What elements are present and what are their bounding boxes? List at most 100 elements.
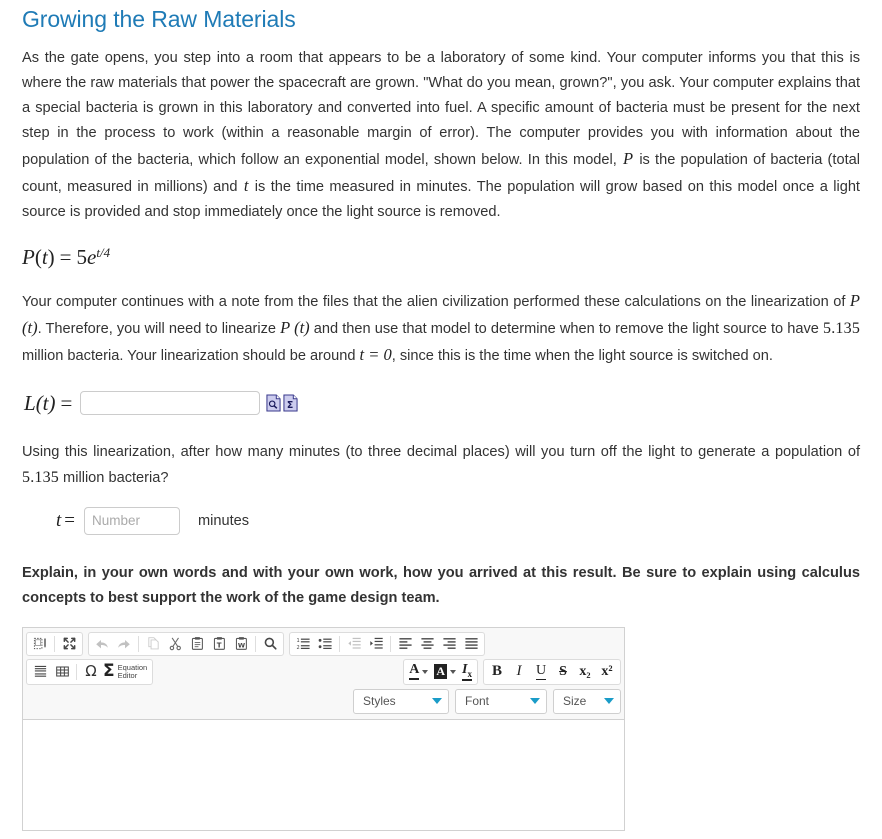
toolbar-separator	[54, 635, 55, 652]
underline-icon[interactable]: U	[530, 662, 552, 682]
linearization-paragraph: Your computer continues with a note from…	[22, 288, 860, 369]
redo-icon[interactable]	[113, 634, 135, 654]
lt-label: L(t) =	[24, 391, 72, 416]
font-combo[interactable]: Font	[455, 688, 547, 714]
bold-icon[interactable]: B	[486, 662, 508, 682]
equation-editor-icon[interactable]: Σ	[283, 394, 298, 412]
chevron-down-icon	[422, 669, 429, 674]
math-P-of-t-2: P (t)	[280, 317, 310, 337]
linearization-answer-row: L(t) = Σ	[22, 391, 860, 416]
size-combo[interactable]: Size	[553, 688, 621, 714]
toolbar-separator	[390, 635, 391, 652]
linearization-text-part4: million bacteria. Your linearization sho…	[22, 347, 360, 364]
math-var-P: P	[623, 148, 634, 168]
superscript-glyph: x²	[601, 663, 613, 679]
toolbar-group-insert: Ω Σ Equation Editor	[26, 658, 154, 685]
align-left-icon[interactable]	[394, 634, 416, 654]
sigma-glyph: Σ	[103, 661, 115, 682]
subscript-icon[interactable]: x₂	[574, 662, 596, 682]
remove-format-icon[interactable]: Ix	[459, 662, 475, 682]
question-page: Growing the Raw Materials As the gate op…	[0, 6, 882, 831]
toolbar-group-paragraph: 12	[289, 631, 485, 656]
styles-combo[interactable]: Styles	[353, 688, 449, 714]
answer-icon-buttons: Σ	[266, 394, 298, 412]
svg-text:W: W	[237, 641, 245, 649]
horizontal-rule-icon[interactable]	[29, 662, 51, 682]
subscript-glyph: x₂	[579, 663, 591, 679]
size-combo-label: Size	[563, 694, 587, 709]
strikethrough-glyph: S	[559, 663, 567, 679]
linearization-text-part2: . Therefore, you will need to linearize	[37, 320, 281, 337]
maximize-icon[interactable]	[58, 634, 80, 654]
linearization-input[interactable]	[80, 391, 261, 416]
paste-icon[interactable]	[186, 634, 208, 654]
toolbar-separator	[255, 635, 256, 652]
linearization-text-part3: and then use that model to determine whe…	[309, 320, 824, 337]
align-center-icon[interactable]	[416, 634, 438, 654]
underline-glyph: U	[535, 662, 547, 680]
equation-equals: =	[59, 244, 72, 269]
decrease-indent-icon[interactable]	[343, 634, 365, 654]
cut-icon[interactable]	[164, 634, 186, 654]
numbered-list-icon[interactable]: 12	[292, 634, 314, 654]
equation-arg: t	[41, 244, 48, 269]
toolbar-separator	[339, 635, 340, 652]
intro-paragraph: As the gate opens, you step into a room …	[22, 46, 860, 225]
question-paragraph: Using this linearization, after how many…	[22, 440, 860, 491]
equation-exponent: t/4	[96, 244, 111, 260]
equation-editor-button[interactable]: Σ Equation Editor	[102, 662, 150, 682]
italic-glyph: I	[516, 663, 522, 680]
source-icon[interactable]	[29, 634, 51, 654]
increase-indent-icon[interactable]	[365, 634, 387, 654]
justify-icon[interactable]	[460, 634, 482, 654]
svg-text:T: T	[216, 640, 221, 649]
font-combo-label: Font	[465, 694, 490, 709]
chevron-down-icon	[432, 698, 442, 705]
bulleted-list-icon[interactable]	[314, 634, 336, 654]
lt-label-equals: =	[60, 390, 73, 415]
align-right-icon[interactable]	[438, 634, 460, 654]
italic-icon[interactable]: I	[508, 662, 530, 682]
table-icon[interactable]	[51, 662, 73, 682]
toolbar-row-2: Ω Σ Equation Editor A A Ix B I U S x₂ x²…	[26, 658, 621, 714]
background-color-icon[interactable]: A	[431, 662, 459, 682]
paste-as-text-icon[interactable]: T	[208, 634, 230, 654]
minutes-label: minutes	[198, 512, 250, 529]
bold-glyph: B	[491, 663, 502, 680]
strikethrough-icon[interactable]: S	[552, 662, 574, 682]
svg-text:Σ: Σ	[287, 400, 293, 411]
toolbar-group-basicstyles: B I U S x₂ x²	[483, 658, 621, 685]
lt-label-fn: L	[24, 390, 36, 415]
chevron-down-icon	[530, 698, 540, 705]
text-color-icon[interactable]: A	[406, 662, 431, 682]
intro-text-part1: As the gate opens, you step into a room …	[22, 49, 860, 168]
rich-text-editor: T W 12 Ω Σ Equation Editor A A Ix B I U …	[22, 626, 625, 831]
toolbar-separator	[76, 663, 77, 680]
time-answer-row: t= minutes	[22, 506, 860, 535]
text-color-glyph: A	[409, 663, 420, 681]
population-equation: P(t) = 5et/4	[22, 244, 111, 269]
page-title: Growing the Raw Materials	[22, 6, 296, 32]
copy-icon[interactable]	[142, 634, 164, 654]
toolbar-row-1: T W 12	[26, 631, 621, 656]
svg-text:1: 1	[296, 638, 299, 644]
editor-content-area[interactable]	[23, 719, 624, 830]
t-label-equals: =	[64, 509, 75, 531]
linearization-text-part5: , since this is the time when the light …	[391, 347, 773, 364]
time-input[interactable]	[84, 506, 180, 535]
chevron-down-icon	[604, 698, 614, 705]
equation-fn: P	[22, 244, 35, 269]
question-text-part2: million bacteria?	[59, 469, 169, 486]
styles-combo-label: Styles	[363, 694, 396, 709]
preview-answer-icon[interactable]	[266, 394, 281, 412]
equation-coefficient: 5	[76, 244, 88, 269]
undo-icon[interactable]	[91, 634, 113, 654]
superscript-icon[interactable]: x²	[596, 662, 618, 682]
explain-instruction: Explain, in your own words and with your…	[22, 564, 860, 606]
find-icon[interactable]	[259, 634, 281, 654]
math-target-population-2: 5.135	[22, 468, 59, 486]
paste-from-word-icon[interactable]: W	[230, 634, 252, 654]
t-label: t =	[56, 510, 75, 532]
special-character-icon[interactable]: Ω	[80, 662, 102, 682]
toolbar-group-document	[26, 631, 83, 656]
